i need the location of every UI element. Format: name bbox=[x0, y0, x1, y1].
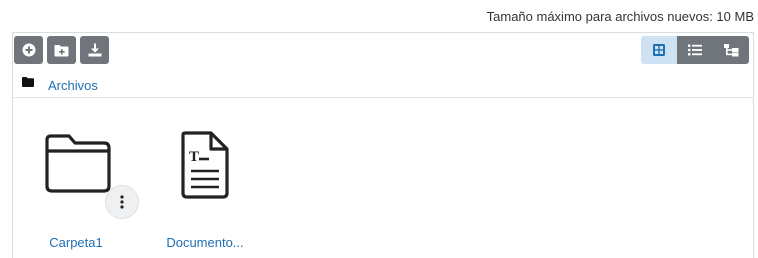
breadcrumb-root-link[interactable]: Archivos bbox=[48, 78, 98, 93]
tree-view-button[interactable] bbox=[713, 36, 749, 64]
more-vertical-icon bbox=[120, 195, 124, 209]
grid-view-icon bbox=[653, 44, 665, 56]
file-manager-toolbar bbox=[13, 33, 753, 71]
create-folder-icon bbox=[54, 44, 69, 56]
add-file-icon bbox=[22, 43, 35, 57]
folder-icon bbox=[45, 134, 111, 193]
file-name[interactable]: Documento... bbox=[150, 235, 260, 250]
create-folder-button[interactable] bbox=[47, 36, 76, 64]
list-view-icon bbox=[688, 44, 702, 56]
text-document-icon: T bbox=[181, 131, 229, 199]
view-switcher bbox=[641, 36, 749, 64]
file-options-button[interactable] bbox=[105, 185, 139, 219]
download-icon bbox=[88, 43, 101, 57]
list-view-button[interactable] bbox=[677, 36, 713, 64]
breadcrumb: Archivos bbox=[13, 71, 753, 98]
download-all-button[interactable] bbox=[80, 36, 109, 64]
grid-view-button[interactable] bbox=[641, 36, 677, 64]
tree-view-icon bbox=[723, 43, 738, 56]
folder-icon bbox=[22, 77, 34, 87]
svg-text:T: T bbox=[189, 149, 199, 165]
file-name[interactable]: Carpeta1 bbox=[21, 235, 131, 250]
max-file-size-text: Tamaño máximo para archivos nuevos: 10 M… bbox=[486, 9, 754, 24]
file-manager: Archivos Carpeta1 T Documento... bbox=[12, 32, 754, 258]
add-file-button[interactable] bbox=[14, 36, 43, 64]
